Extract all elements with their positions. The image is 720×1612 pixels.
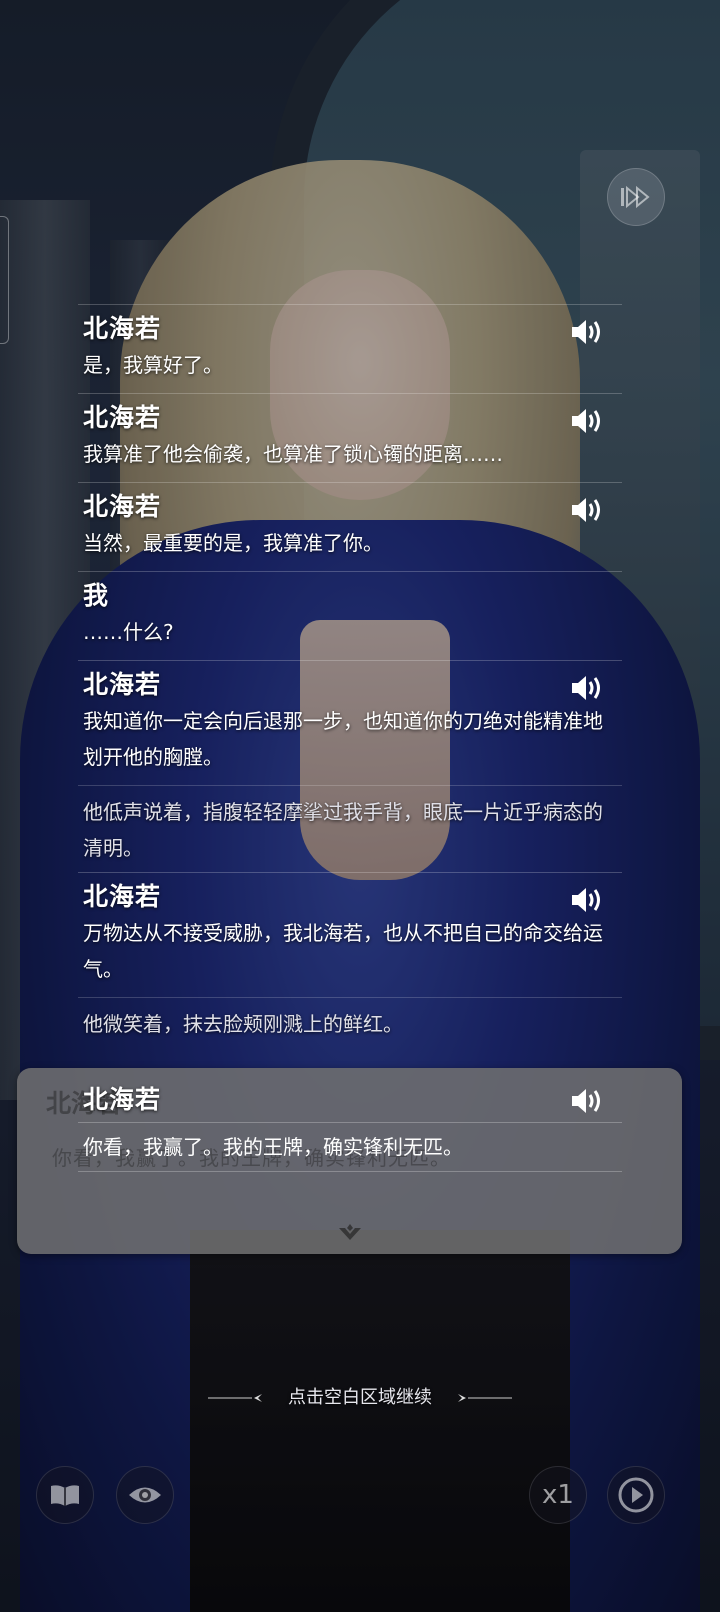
log-entry: 北海若 是，我算好了。 — [78, 304, 622, 393]
speaker-name: 我 — [83, 581, 110, 610]
speaker-name: 北海若 — [83, 670, 162, 699]
speaker-voice-icon[interactable] — [570, 885, 604, 915]
speaker-name: 北海若 — [83, 314, 162, 343]
dialogue-line: 我算准了他会偷袭，也算准了锁心镯的距离…… — [83, 442, 503, 466]
speaker-voice-icon[interactable] — [570, 495, 604, 525]
dialogue-line: 是，我算好了。 — [83, 353, 223, 377]
continue-arrow-icon — [339, 1224, 361, 1240]
hide-ui-button[interactable] — [116, 1466, 174, 1524]
narration-line: 他低声说着，指腹轻轻摩挲过我手背，眼底一片近乎病态的清明。 — [78, 785, 622, 872]
current-dialogue: 北海若 你看，我赢了。我的王牌，确实锋利无匹。 — [78, 1078, 622, 1172]
current-speaker-row: 北海若 — [78, 1078, 622, 1123]
log-book-button[interactable] — [36, 1466, 94, 1524]
speaker-name: 北海若 — [83, 882, 162, 911]
speaker-voice-icon[interactable] — [570, 406, 604, 436]
continue-hint: 点击空白区域继续 — [0, 1384, 720, 1412]
current-dialogue-text: 你看，我赢了。我的王牌，确实锋利无匹。 — [78, 1123, 622, 1172]
narration-line: 他微笑着，抹去脸颊刚溅上的鲜红。 — [78, 997, 622, 1048]
speaker-voice-icon[interactable] — [570, 317, 604, 347]
speaker-name: 北海若 — [83, 492, 162, 521]
skip-icon — [621, 185, 650, 209]
speed-button[interactable]: x1 — [529, 1466, 587, 1524]
ornament-left-icon — [208, 1394, 263, 1402]
dialogue-line: 当然，最重要的是，我算准了你。 — [83, 531, 383, 555]
book-icon — [51, 1485, 79, 1506]
log-entry: 北海若 万物达从不接受威胁，我北海若，也从不把自己的命交给运气。 — [78, 872, 622, 997]
continue-hint-text: 点击空白区域继续 — [288, 1387, 432, 1408]
log-entry: 北海若 我知道你一定会向后退那一步，也知道你的刀绝对能精准地划开他的胸膛。 — [78, 660, 622, 785]
dialogue-line: 我知道你一定会向后退那一步，也知道你的刀绝对能精准地划开他的胸膛。 — [83, 709, 603, 769]
speaker-name: 北海若 — [83, 403, 162, 432]
log-entry: 我 ……什么? — [78, 571, 622, 660]
speaker-voice-icon[interactable] — [570, 673, 604, 703]
speed-label: x1 — [542, 1480, 574, 1510]
dialogue-line: ……什么? — [83, 620, 174, 644]
ornament-right-icon — [457, 1394, 512, 1402]
dialogue-line: 万物达从不接受威胁，我北海若，也从不把自己的命交给运气。 — [83, 921, 603, 981]
side-drawer-handle[interactable] — [0, 216, 9, 344]
auto-play-icon — [618, 1477, 654, 1513]
speaker-voice-icon[interactable] — [570, 1086, 604, 1116]
current-speaker-name: 北海若 — [83, 1085, 162, 1114]
log-entry: 北海若 当然，最重要的是，我算准了你。 — [78, 482, 622, 571]
eye-icon — [129, 1487, 161, 1503]
skip-button[interactable] — [607, 168, 665, 226]
log-entry: 北海若 我算准了他会偷袭，也算准了锁心镯的距离…… — [78, 393, 622, 482]
dialogue-history-log[interactable]: 北海若 是，我算好了。 北海若 我算准了他会偷袭，也算准了锁心镯的距离…… 北海… — [78, 304, 622, 1048]
auto-play-button[interactable] — [607, 1466, 665, 1524]
